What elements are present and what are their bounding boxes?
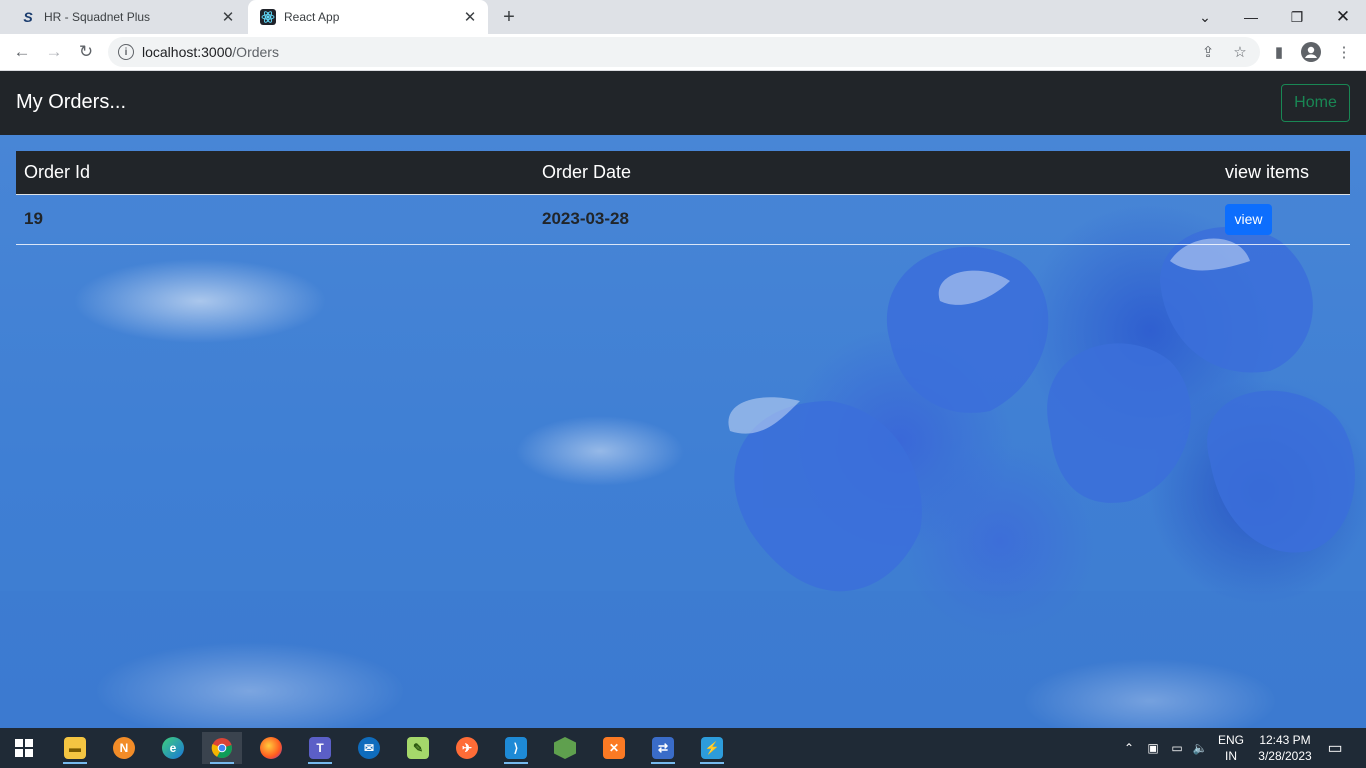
tab-hr-squadnet[interactable]: S HR - Squadnet Plus ✕ <box>8 0 246 34</box>
outlook-icon[interactable]: ✉ <box>349 732 389 764</box>
firefox-icon[interactable] <box>251 732 291 764</box>
clock-time: 12:43 PM <box>1259 733 1311 747</box>
tab-title: HR - Squadnet Plus <box>44 10 151 24</box>
file-explorer-icon[interactable]: ▬ <box>55 732 95 764</box>
app-navbar: My Orders... Home <box>0 71 1366 135</box>
windows-taskbar: ▬ N e T ✉ ✎ ✈ ⟩ ✕ ⇄ ⚡ ⌃ ▣ ▭ 🔈 ENG IN 12:… <box>0 728 1366 768</box>
column-header-order-id: Order Id <box>16 151 534 195</box>
tray-chevron-up-icon[interactable]: ⌃ <box>1119 728 1139 768</box>
url-text[interactable]: localhost:3000/Orders <box>142 44 279 60</box>
chrome-icon[interactable] <box>202 732 242 764</box>
tab-title: React App <box>284 10 340 24</box>
more-menu-icon[interactable]: ⋮ <box>1331 39 1357 65</box>
edge-icon[interactable]: e <box>153 732 193 764</box>
column-header-order-date: Order Date <box>534 151 1217 195</box>
network-app-icon[interactable]: N <box>104 732 144 764</box>
new-tab-button[interactable]: + <box>498 6 520 28</box>
minimize-button[interactable]: — <box>1228 0 1274 34</box>
squadnet-s-icon: S <box>23 9 33 25</box>
notepad-plus-icon[interactable]: ✎ <box>398 732 438 764</box>
language-indicator[interactable]: ENG IN <box>1214 732 1248 764</box>
tab-strip: S HR - Squadnet Plus ✕ React App ✕ + ⌄ —… <box>0 0 1366 34</box>
flower-decoration <box>728 226 1355 592</box>
url-host: localhost:3000 <box>142 44 233 60</box>
react-logo-icon <box>260 9 276 25</box>
order-date-cell: 2023-03-28 <box>534 194 1217 245</box>
volume-icon[interactable]: 🔈 <box>1190 728 1210 768</box>
start-icon[interactable] <box>4 732 44 764</box>
browser-toolbar: ← → ↻ i localhost:3000/Orders ⇪ ☆ ▮ ⋮ <box>0 34 1366 71</box>
table-row: 19 2023-03-28 view <box>16 194 1350 245</box>
side-panel-icon[interactable]: ▮ <box>1266 39 1292 65</box>
vscode-icon[interactable]: ⟩ <box>496 732 536 764</box>
reload-icon[interactable]: ↻ <box>73 39 99 65</box>
table-header-row: Order Id Order Date view items <box>16 151 1350 195</box>
page-background: My Orders... Home Order Id Order Date vi… <box>0 71 1366 728</box>
meet-now-icon[interactable]: ▣ <box>1143 728 1163 768</box>
system-clock[interactable]: 12:43 PM 3/28/2023 <box>1252 732 1318 764</box>
close-icon[interactable]: ✕ <box>218 7 238 27</box>
forward-arrow-icon[interactable]: → <box>41 39 67 65</box>
language-region: IN <box>1225 749 1237 763</box>
network-tool-icon[interactable]: ⇄ <box>643 732 683 764</box>
xampp-icon[interactable]: ✕ <box>594 732 634 764</box>
restore-button[interactable]: ❐ <box>1274 0 1320 34</box>
address-bar[interactable]: i localhost:3000/Orders <box>108 37 1260 67</box>
profile-avatar-icon[interactable] <box>1298 39 1324 65</box>
order-id-cell: 19 <box>16 194 534 245</box>
bookmark-star-icon[interactable]: ☆ <box>1227 39 1253 65</box>
nodejs-icon[interactable] <box>545 732 585 764</box>
tab-search-chevron-icon[interactable]: ⌄ <box>1182 0 1228 34</box>
close-icon[interactable]: ✕ <box>460 7 480 27</box>
view-items-cell: view <box>1217 194 1350 245</box>
column-header-view-items: view items <box>1217 151 1350 195</box>
teams-icon[interactable]: T <box>300 732 340 764</box>
url-path: /Orders <box>232 44 279 60</box>
notification-icon[interactable]: ▭ <box>1320 728 1350 768</box>
network-icon[interactable]: ▭ <box>1167 728 1187 768</box>
share-icon[interactable]: ⇪ <box>1195 39 1221 65</box>
view-button[interactable]: view <box>1225 203 1272 235</box>
navbar-brand[interactable]: My Orders... <box>16 91 126 114</box>
tab-react-app[interactable]: React App ✕ <box>248 0 488 34</box>
home-button[interactable]: Home <box>1281 84 1350 122</box>
postman-icon[interactable]: ✈ <box>447 732 487 764</box>
language-code: ENG <box>1217 733 1244 747</box>
close-window-button[interactable]: ✕ <box>1320 0 1366 34</box>
clock-date: 3/28/2023 <box>1258 749 1312 763</box>
info-icon[interactable]: i <box>118 44 134 60</box>
thunder-app-icon[interactable]: ⚡ <box>692 732 732 764</box>
orders-table: Order Id Order Date view items 19 2023-0… <box>16 151 1350 245</box>
back-arrow-icon[interactable]: ← <box>9 39 35 65</box>
